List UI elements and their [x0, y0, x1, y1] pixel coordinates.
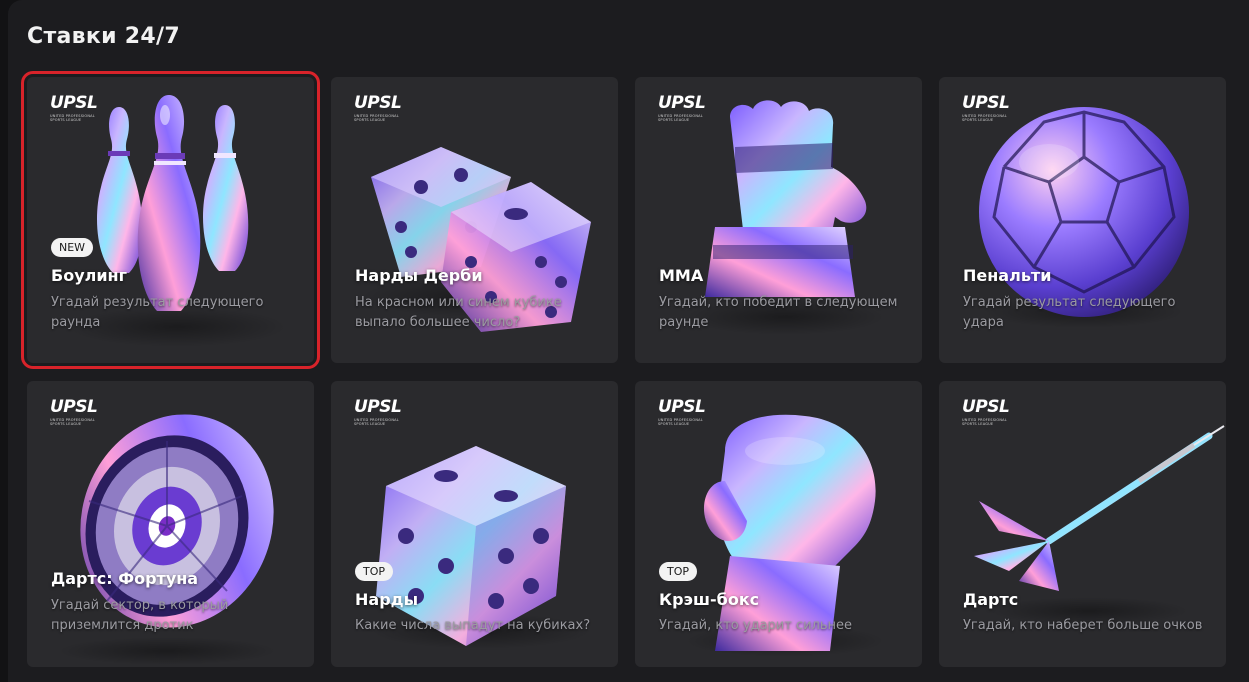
- game-title: Боулинг: [51, 266, 127, 285]
- upsl-logo: UPSL UNITED PROFESSIONAL SPORTS LEAGUE: [658, 397, 706, 427]
- game-description: Угадай результат следующего удара: [963, 295, 1176, 330]
- game-card-crash-box[interactable]: UPSL UNITED PROFESSIONAL SPORTS LEAGUE T…: [635, 381, 922, 667]
- game-title: Дартс: [963, 590, 1019, 609]
- game-card-darts-fortuna[interactable]: UPSL UNITED PROFESSIONAL SPORTS LEAGUE Д…: [27, 381, 314, 667]
- badge-new: NEW: [51, 238, 94, 257]
- game-description: Угадай, кто наберет больше очков: [963, 618, 1203, 633]
- upsl-logo: UPSL UNITED PROFESSIONAL SPORTS LEAGUE: [354, 397, 402, 427]
- section-title: Ставки 24/7: [27, 24, 180, 49]
- game-title: Пенальти: [963, 266, 1052, 285]
- game-title: Нарды: [355, 590, 419, 609]
- game-card-mma[interactable]: UPSL UNITED PROFESSIONAL SPORTS LEAGUE M…: [635, 77, 922, 363]
- upsl-logo: UPSL UNITED PROFESSIONAL SPORTS LEAGUE: [962, 397, 1010, 427]
- game-card-nardy-derby[interactable]: UPSL UNITED PROFESSIONAL SPORTS LEAGUE Н…: [331, 77, 618, 363]
- game-description: На красном или синем кубике выпало больш…: [355, 295, 562, 330]
- game-card-nardy[interactable]: UPSL UNITED PROFESSIONAL SPORTS LEAGUE T…: [331, 381, 618, 667]
- upsl-logo: UPSL UNITED PROFESSIONAL SPORTS LEAGUE: [354, 93, 402, 123]
- game-description: Угадай результат следующего раунда: [51, 295, 264, 330]
- game-title: Дартс: Фортуна: [51, 569, 199, 588]
- game-description: Угадай, кто победит в следующем раунде: [659, 295, 898, 330]
- badge-top: TOP: [355, 562, 394, 581]
- game-description: Угадай сектор, в который приземлится дро…: [51, 598, 229, 633]
- game-card-darts[interactable]: UPSL UNITED PROFESSIONAL SPORTS LEAGUE Д…: [939, 381, 1226, 667]
- upsl-logo: UPSL UNITED PROFESSIONAL SPORTS LEAGUE: [658, 93, 706, 123]
- game-description: Какие числа выпадут на кубиках?: [355, 618, 591, 633]
- game-title: Нарды Дерби: [355, 266, 483, 285]
- badge-top: TOP: [659, 562, 698, 581]
- upsl-logo: UPSL UNITED PROFESSIONAL SPORTS LEAGUE: [50, 397, 98, 427]
- upsl-logo: UPSL UNITED PROFESSIONAL SPORTS LEAGUE: [50, 93, 98, 123]
- upsl-logo: UPSL UNITED PROFESSIONAL SPORTS LEAGUE: [962, 93, 1010, 123]
- game-title: MMA: [659, 266, 704, 285]
- game-description: Угадай, кто ударит сильнее: [659, 618, 853, 633]
- game-card-bowling[interactable]: UPSL UNITED PROFESSIONAL SPORTS LEAGUE N…: [21, 71, 320, 369]
- game-card-penalty[interactable]: UPSL UNITED PROFESSIONAL SPORTS LEAGUE П…: [939, 77, 1226, 363]
- game-title: Крэш-бокс: [659, 590, 760, 609]
